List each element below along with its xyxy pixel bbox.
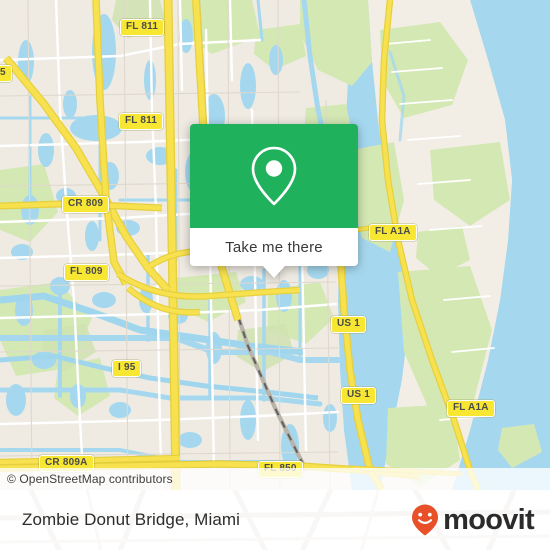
map-canvas[interactable]: FL 811 5 FL 811 CR 809 FL 809 FL A1A US … — [0, 0, 550, 490]
popup-tail — [263, 266, 285, 278]
moovit-wordmark: moovit — [443, 503, 535, 536]
popup-header — [190, 124, 358, 228]
road-shield: FL A1A — [447, 400, 495, 417]
road-shield: FL A1A — [369, 224, 417, 241]
road-shield: 5 — [0, 65, 12, 82]
road-shield: FL 809 — [64, 264, 109, 281]
road-shield: CR 809 — [62, 196, 110, 213]
take-me-there-button[interactable]: Take me there — [190, 228, 358, 266]
road-shield: US 1 — [341, 387, 377, 404]
road-shield: I 95 — [112, 360, 142, 377]
location-popup[interactable]: Take me there — [190, 124, 358, 278]
footer-bar: Zombie Donut Bridge, Miami moovit — [0, 490, 550, 550]
location-pin-icon — [251, 146, 297, 206]
moovit-logo[interactable]: moovit — [410, 503, 535, 537]
osm-attribution-text: © OpenStreetMap contributors — [7, 472, 173, 486]
road-shield: US 1 — [331, 316, 367, 333]
road-shield: FL 811 — [119, 113, 164, 130]
attribution-bar: © OpenStreetMap contributors — [0, 468, 550, 490]
map-page: FL 811 5 FL 811 CR 809 FL 809 FL A1A US … — [0, 0, 550, 550]
moovit-smiley-pin-icon — [412, 504, 439, 536]
road-shield: FL 811 — [120, 19, 165, 36]
page-title: Zombie Donut Bridge, Miami — [22, 510, 241, 529]
take-me-there-label: Take me there — [225, 238, 323, 256]
